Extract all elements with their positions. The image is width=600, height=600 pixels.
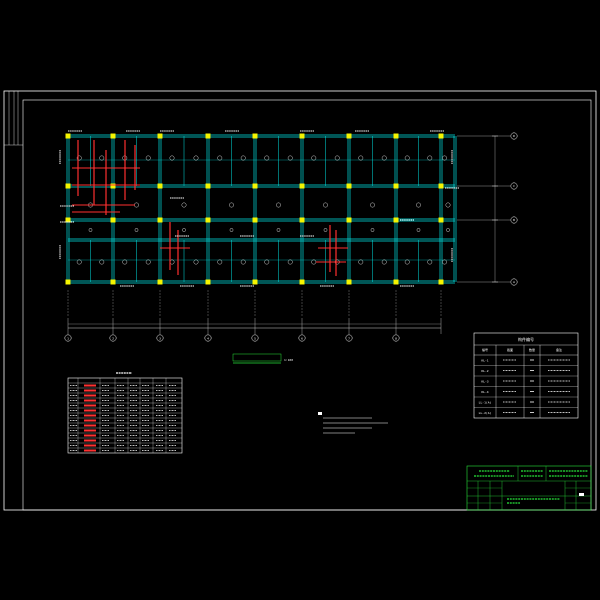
column <box>438 217 444 223</box>
schedule-rebar-swatch <box>84 439 96 442</box>
schedule-rebar-swatch <box>84 424 96 427</box>
column <box>110 279 116 285</box>
column <box>299 133 305 139</box>
schedule-rebar-swatch <box>84 414 96 417</box>
axis-label: 6 <box>301 336 303 340</box>
column <box>65 279 71 285</box>
column <box>393 217 399 223</box>
legend-header: 备注 <box>556 347 562 352</box>
structural-drawing-canvas: 1 2 3 4 5 6 7 8 D C B A 1:100 构件编号 编号 截面 数量 备注 KL-1 KL… <box>0 0 600 600</box>
legend-cell-code: LL-2(A) <box>479 411 492 415</box>
column <box>393 183 399 189</box>
column <box>205 183 211 189</box>
axis-label: A <box>513 280 515 284</box>
legend-cell-code: KL-1 <box>481 359 488 363</box>
schedule-rebar-swatch <box>84 449 96 452</box>
axis-label: 7 <box>348 336 350 340</box>
column <box>205 217 211 223</box>
schedule-rebar-swatch <box>84 419 96 422</box>
schedule-rebar-swatch <box>84 444 96 447</box>
column <box>346 217 352 223</box>
column <box>252 279 258 285</box>
column <box>299 279 305 285</box>
column <box>157 133 163 139</box>
column <box>252 183 258 189</box>
axis-label: D <box>513 134 515 138</box>
schedule-rebar-swatch <box>84 399 96 402</box>
schedule-rebar-swatch <box>84 384 96 387</box>
column <box>157 279 163 285</box>
axis-label: 5 <box>254 336 256 340</box>
column <box>110 183 116 189</box>
column <box>299 217 305 223</box>
legend-cell-code: KL-2 <box>481 369 488 373</box>
schedule-rebar-swatch <box>84 389 96 392</box>
legend-header: 编号 <box>482 347 488 352</box>
column <box>65 133 71 139</box>
legend-cell-code: LL-1(A) <box>479 401 492 405</box>
column <box>438 183 444 189</box>
column <box>205 279 211 285</box>
schedule-rebar-swatch <box>84 429 96 432</box>
axis-label: 4 <box>207 336 209 340</box>
axis-label: B <box>513 218 515 222</box>
column <box>205 133 211 139</box>
legend-cell-code: KL-3 <box>481 380 488 384</box>
column <box>346 279 352 285</box>
legend-title: 构件编号 <box>518 336 534 342</box>
column <box>393 133 399 139</box>
schedule-rebar-swatch <box>84 404 96 407</box>
column <box>393 279 399 285</box>
schedule-rebar-swatch <box>84 394 96 397</box>
schedule-rebar-swatch <box>84 434 96 437</box>
column <box>252 133 258 139</box>
column <box>299 183 305 189</box>
column <box>65 183 71 189</box>
column <box>438 279 444 285</box>
legend-cell-code: KL-4 <box>481 390 488 394</box>
axis-label: 2 <box>112 336 114 340</box>
column <box>157 217 163 223</box>
column <box>110 217 116 223</box>
legend-header: 截面 <box>507 347 513 352</box>
column <box>346 183 352 189</box>
axis-label: 1 <box>67 336 69 340</box>
column <box>252 217 258 223</box>
column <box>346 133 352 139</box>
column <box>110 133 116 139</box>
schedule-rebar-swatch <box>84 409 96 412</box>
column <box>438 133 444 139</box>
axis-label: C <box>513 184 515 188</box>
axis-label: 3 <box>159 336 161 340</box>
legend-header: 数量 <box>529 347 535 352</box>
column <box>157 183 163 189</box>
plan-scale: 1:100 <box>284 358 293 362</box>
axis-label: 8 <box>395 336 397 340</box>
